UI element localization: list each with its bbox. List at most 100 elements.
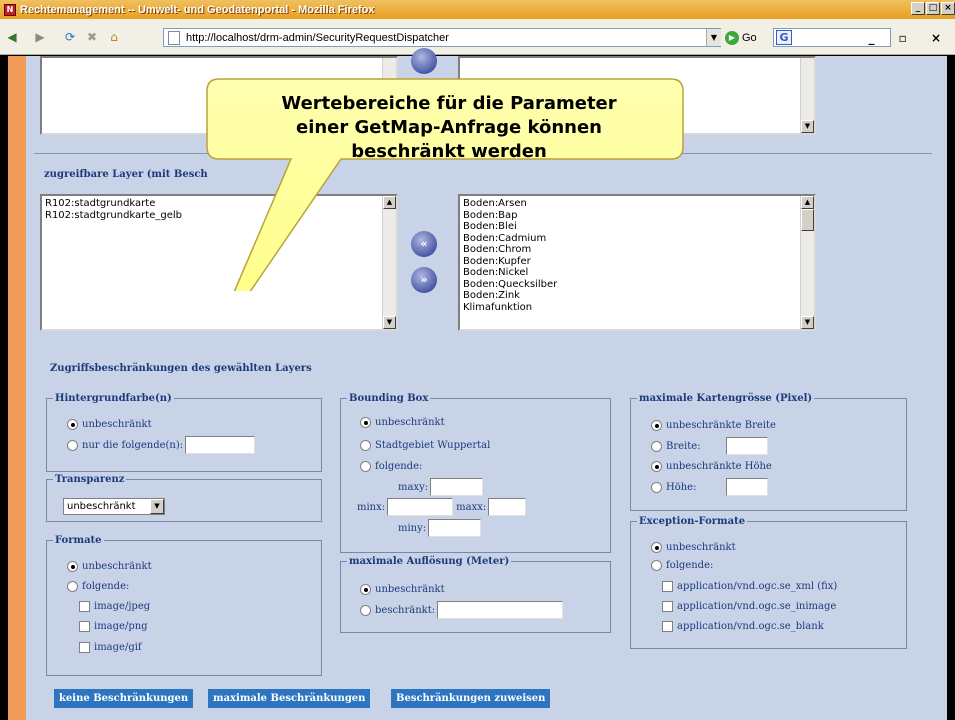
- top-arrow-button[interactable]: [411, 48, 437, 74]
- exception-xml-checkbox[interactable]: [662, 581, 673, 592]
- bbox-unrestricted-option[interactable]: unbeschränkt: [360, 417, 445, 428]
- format-gif-option[interactable]: image/gif: [79, 642, 142, 653]
- stop-icon[interactable]: ✖: [84, 29, 100, 45]
- list-item[interactable]: R102:stadtgrundkarte: [45, 198, 393, 210]
- format-gif-checkbox[interactable]: [79, 642, 90, 653]
- resolution-unrestricted-option[interactable]: unbeschränkt: [360, 584, 445, 595]
- resolution-input[interactable]: [437, 601, 564, 619]
- maxy-input[interactable]: [430, 478, 484, 496]
- maxx-input[interactable]: [488, 498, 527, 516]
- height-unrestricted-option[interactable]: unbeschränkte Höhe: [651, 461, 772, 472]
- background-following-option[interactable]: nur die folgende(n):: [67, 436, 256, 454]
- resolution-unrestricted-radio[interactable]: [360, 584, 371, 595]
- exceptions-following-option[interactable]: folgende:: [651, 560, 713, 571]
- move-left-button[interactable]: «: [411, 231, 437, 257]
- list-item[interactable]: Boden:Blei: [463, 221, 811, 233]
- height-radio[interactable]: [651, 481, 662, 493]
- list-item[interactable]: Klimafunktion: [463, 302, 811, 314]
- format-jpeg-checkbox[interactable]: [79, 601, 90, 612]
- height-input[interactable]: [726, 478, 768, 496]
- minimize-button[interactable]: _: [911, 2, 925, 15]
- list-item[interactable]: Boden:Arsen: [463, 198, 811, 210]
- list-item[interactable]: Boden:Quecksilber: [463, 279, 811, 291]
- scroll-thumb[interactable]: [801, 209, 814, 231]
- reload-icon[interactable]: ⟳: [62, 29, 78, 45]
- forward-arrow-icon[interactable]: ▶: [32, 29, 48, 45]
- option-label: Breite:: [666, 440, 701, 452]
- bbox-miny-row: miny:: [398, 519, 482, 537]
- list-item[interactable]: R102:stadtgrundkarte_gelb: [45, 210, 393, 222]
- formats-following-radio[interactable]: [67, 581, 78, 592]
- list-item[interactable]: Boden:Nickel: [463, 267, 811, 279]
- minx-label: minx:: [357, 501, 386, 513]
- format-jpeg-option[interactable]: image/jpeg: [79, 601, 150, 612]
- go-button[interactable]: ▶ Go: [725, 28, 757, 47]
- bbox-city-radio[interactable]: [360, 440, 371, 451]
- no-restrictions-button[interactable]: keine Beschränkungen: [54, 689, 194, 708]
- maximize-button[interactable]: □: [926, 2, 940, 15]
- selected-layers-scrollbar[interactable]: ▲ ▼: [382, 196, 396, 329]
- option-label: folgende:: [375, 461, 423, 472]
- width-unrestricted-option[interactable]: unbeschränkte Breite: [651, 420, 776, 431]
- exceptions-unrestricted-option[interactable]: unbeschränkt: [651, 542, 736, 553]
- background-color-input[interactable]: [185, 436, 256, 454]
- scroll-down-button[interactable]: ▼: [801, 120, 814, 133]
- bbox-city-option[interactable]: Stadtgebiet Wuppertal: [360, 440, 490, 451]
- dropdown-arrow-icon[interactable]: ▼: [150, 499, 164, 514]
- exception-blank-checkbox[interactable]: [662, 621, 673, 632]
- miny-input[interactable]: [428, 519, 482, 537]
- formats-unrestricted-radio[interactable]: [67, 561, 78, 572]
- formats-unrestricted-option[interactable]: unbeschränkt: [67, 561, 152, 572]
- url-bar[interactable]: http://localhost/drm-admin/SecurityReque…: [163, 28, 721, 47]
- background-unrestricted-radio[interactable]: [67, 419, 78, 430]
- list-item[interactable]: Boden:Chrom: [463, 244, 811, 256]
- width-radio[interactable]: [651, 440, 662, 452]
- exception-inimage-checkbox[interactable]: [662, 601, 673, 612]
- formats-following-option[interactable]: folgende:: [67, 581, 129, 592]
- scroll-up-button[interactable]: ▲: [801, 196, 814, 209]
- option-label: image/png: [94, 621, 148, 632]
- url-dropdown-button[interactable]: ▼: [706, 29, 721, 46]
- home-icon[interactable]: ⌂: [106, 29, 122, 45]
- resolution-restricted-radio[interactable]: [360, 604, 371, 616]
- option-label: image/gif: [94, 642, 142, 653]
- width-input[interactable]: [726, 437, 768, 455]
- exception-xml-option[interactable]: application/vnd.ogc.se_xml (fix): [662, 581, 837, 592]
- height-option[interactable]: Höhe:: [651, 478, 768, 496]
- exceptions-unrestricted-radio[interactable]: [651, 542, 662, 553]
- max-restrictions-button[interactable]: maximale Beschränkungen: [208, 689, 371, 708]
- assign-restrictions-button[interactable]: Beschränkungen zuweisen: [391, 689, 551, 708]
- scroll-down-button[interactable]: ▼: [801, 316, 814, 329]
- height-unrestricted-radio[interactable]: [651, 461, 662, 472]
- bbox-following-radio[interactable]: [360, 461, 371, 472]
- list-item[interactable]: Boden:Bap: [463, 210, 811, 222]
- scroll-down-button[interactable]: ▼: [383, 316, 396, 329]
- width-unrestricted-radio[interactable]: [651, 420, 662, 431]
- scroll-up-button[interactable]: ▲: [383, 196, 396, 209]
- exceptions-following-radio[interactable]: [651, 560, 662, 571]
- bbox-following-option[interactable]: folgende:: [360, 461, 422, 472]
- exception-inimage-option[interactable]: application/vnd.ogc.se_inimage: [662, 601, 836, 612]
- minx-input[interactable]: [387, 498, 454, 516]
- format-png-option[interactable]: image/png: [79, 621, 148, 632]
- sidebar-window-controls[interactable]: _ ▫ ×: [868, 31, 951, 45]
- top-list-right-scrollbar[interactable]: ▼: [800, 58, 814, 133]
- background-following-radio[interactable]: [67, 439, 78, 451]
- back-arrow-icon[interactable]: ◀: [4, 29, 20, 45]
- move-right-button[interactable]: »: [411, 267, 437, 293]
- list-item[interactable]: Boden:Kupfer: [463, 256, 811, 268]
- available-layers-scrollbar[interactable]: ▲ ▼: [800, 196, 814, 329]
- selected-layers-list[interactable]: R102:stadtgrundkarte R102:stadtgrundkart…: [40, 194, 398, 331]
- exception-blank-option[interactable]: application/vnd.ogc.se_blank: [662, 621, 824, 632]
- background-unrestricted-option[interactable]: unbeschränkt: [67, 419, 152, 430]
- resolution-restricted-option[interactable]: beschränkt:: [360, 601, 564, 619]
- list-item[interactable]: Boden:Zink: [463, 290, 811, 302]
- close-button[interactable]: ×: [941, 2, 955, 15]
- available-layers-list[interactable]: Boden:Arsen Boden:Bap Boden:Blei Boden:C…: [458, 194, 816, 331]
- option-label: unbeschränkt: [666, 542, 736, 553]
- transparency-select[interactable]: unbeschränkt ▼: [63, 498, 165, 515]
- bbox-unrestricted-radio[interactable]: [360, 417, 371, 428]
- width-option[interactable]: Breite:: [651, 437, 768, 455]
- format-png-checkbox[interactable]: [79, 621, 90, 632]
- list-item[interactable]: Boden:Cadmium: [463, 233, 811, 245]
